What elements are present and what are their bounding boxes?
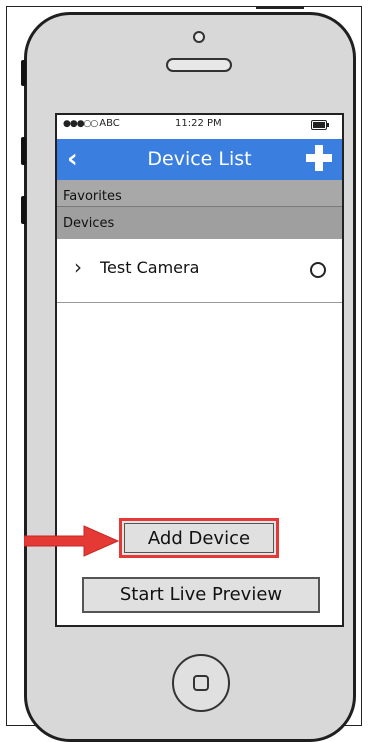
battery-icon	[311, 120, 329, 130]
frame-top-line	[256, 6, 304, 9]
speaker-grille	[166, 58, 232, 72]
front-camera-icon	[193, 31, 205, 43]
volume-up-button	[21, 137, 26, 165]
device-name: Test Camera	[100, 258, 200, 277]
status-bar: ●●●○○ ABC 11:22 PM	[57, 115, 342, 137]
status-time: 11:22 PM	[175, 118, 222, 129]
navigation-bar: ‹ Device List	[57, 139, 342, 180]
carrier-label: ●●●○○ ABC	[63, 118, 120, 129]
mute-switch	[21, 60, 26, 86]
nav-title: Device List	[147, 148, 252, 170]
volume-down-button	[21, 196, 26, 224]
start-live-preview-button[interactable]: Start Live Preview	[82, 577, 320, 613]
chevron-right-icon: ›	[74, 255, 82, 279]
add-device-button[interactable]: Add Device	[119, 518, 279, 558]
device-row-test-camera[interactable]: › Test Camera	[57, 239, 342, 303]
home-square-icon	[193, 675, 209, 691]
select-radio[interactable]	[310, 262, 326, 278]
annotation-arrow-icon	[24, 525, 120, 557]
section-devices: Devices	[57, 206, 342, 239]
add-plus-icon[interactable]	[306, 145, 332, 171]
add-device-label: Add Device	[124, 523, 274, 553]
signal-strength-icon: ●●●○○	[63, 119, 98, 129]
home-button[interactable]	[172, 654, 230, 712]
